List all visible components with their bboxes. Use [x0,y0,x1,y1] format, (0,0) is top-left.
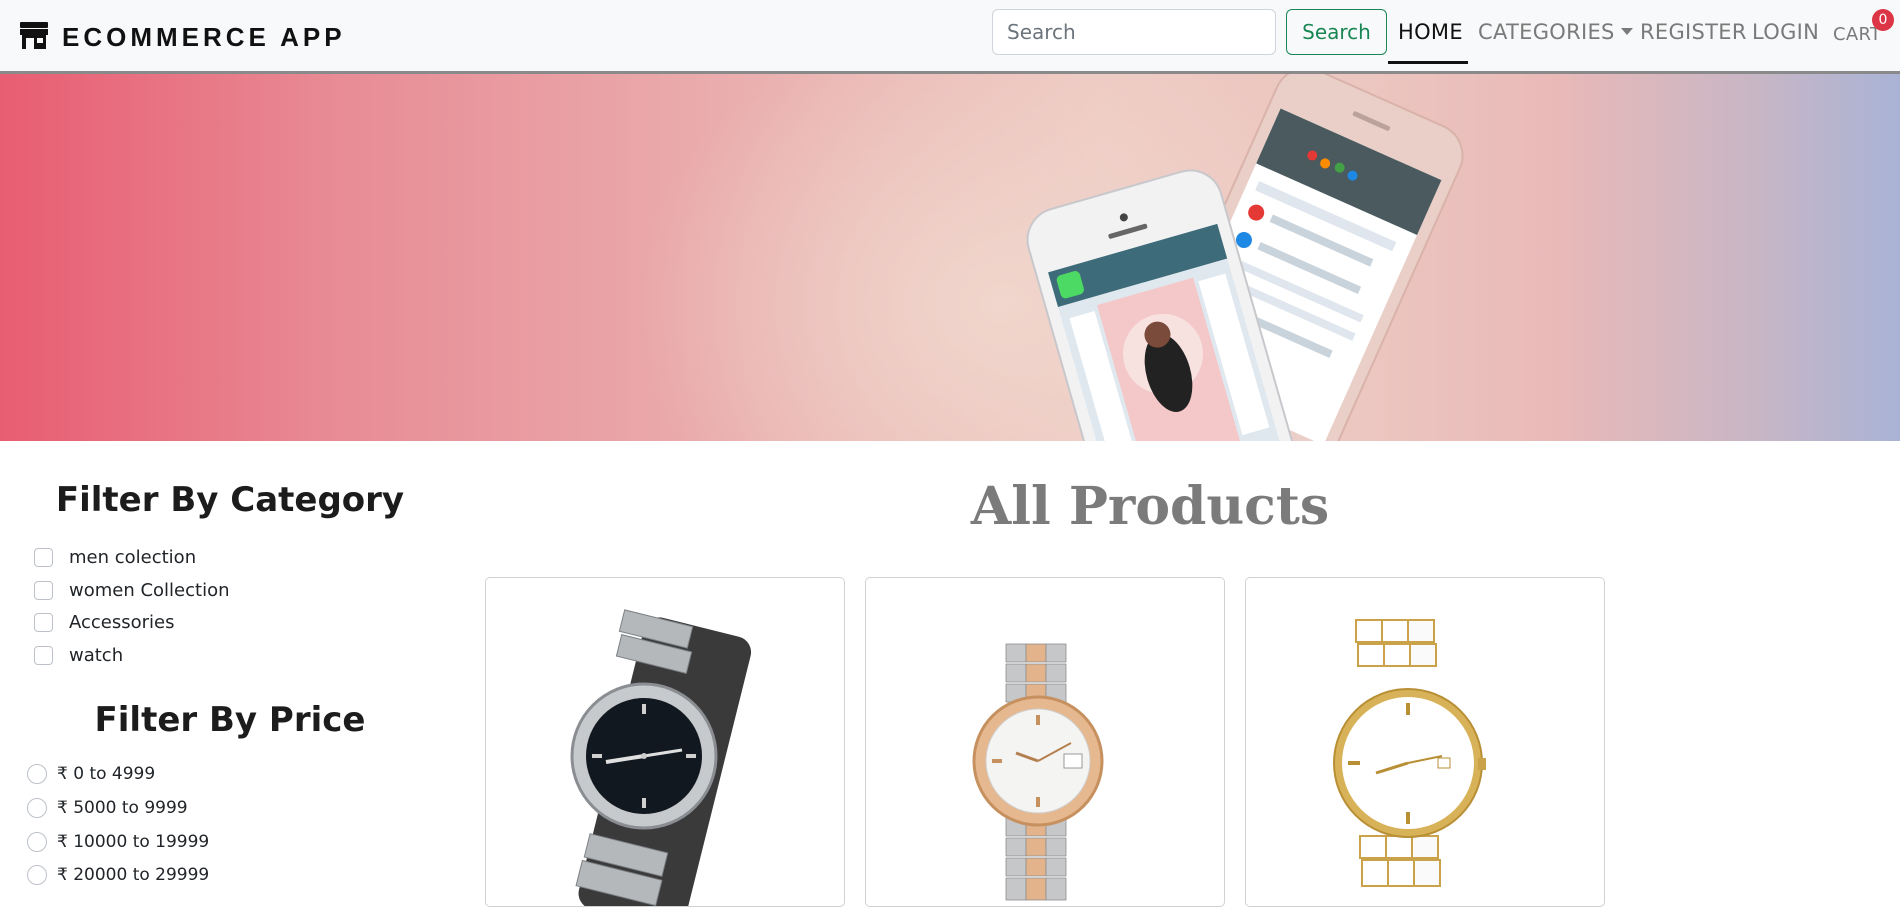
two-tone-gold-steel-watch-image [972,643,1104,901]
price-filter-item[interactable]: ₹ 5000 to 9999 [27,796,188,820]
search-button[interactable]: Search [1286,9,1387,55]
white-ceramic-gold-watch-image [1333,619,1486,887]
filter-category-title: Filter By Category [55,480,405,520]
smartphones-image [1026,74,1464,441]
hero-banner [0,74,1900,441]
category-filter-item[interactable]: Accessories [34,610,175,634]
price-filter-item[interactable]: ₹ 0 to 4999 [27,762,155,786]
category-label: watch [69,644,124,666]
product-card[interactable] [865,577,1225,907]
category-filter-item[interactable]: watch [34,643,123,667]
search-input[interactable] [992,9,1276,55]
price-radio[interactable] [27,798,47,818]
category-label: women Collection [69,579,230,601]
brand[interactable]: ECOMMERCE APP [18,19,346,55]
category-checkbox[interactable] [34,547,53,567]
category-label: men colection [69,546,197,568]
price-filter-item[interactable]: ₹ 20000 to 29999 [27,863,209,887]
category-filter-item[interactable]: men colection [34,545,196,569]
product-card[interactable] [1245,577,1605,907]
category-label: Accessories [69,611,175,633]
price-filter-item[interactable]: ₹ 10000 to 19999 [27,830,209,854]
black-dial-steel-watch-image [570,609,752,906]
price-radio[interactable] [27,865,47,885]
price-label: ₹ 5000 to 9999 [57,798,188,818]
price-label: ₹ 10000 to 19999 [57,832,210,852]
filter-price-title: Filter By Price [94,700,366,740]
products-heading: All Products [970,476,1330,537]
nav-categories-label: CATEGORIES [1478,20,1615,44]
category-checkbox[interactable] [34,612,53,632]
nav-login[interactable]: LOGIN [1752,20,1819,44]
category-checkbox[interactable] [34,645,53,665]
shop-icon [18,19,50,55]
cart-count-badge: 0 [1872,9,1894,31]
chevron-down-icon [1620,28,1633,35]
price-label: ₹ 20000 to 29999 [57,865,210,885]
category-checkbox[interactable] [34,580,53,600]
active-tab-indicator [1388,61,1468,64]
price-label: ₹ 0 to 4999 [57,764,156,784]
product-card[interactable] [485,577,845,907]
nav-home[interactable]: HOME [1398,20,1463,44]
category-filter-item[interactable]: women Collection [34,578,230,602]
nav-categories-dropdown[interactable]: CATEGORIES [1478,20,1633,44]
price-radio[interactable] [27,832,47,852]
nav-register[interactable]: REGISTER [1640,20,1747,44]
price-radio[interactable] [27,764,47,784]
brand-name: ECOMMERCE APP [62,21,346,52]
navbar: ECOMMERCE APP Search HOME CATEGORIES REG… [0,0,1900,74]
